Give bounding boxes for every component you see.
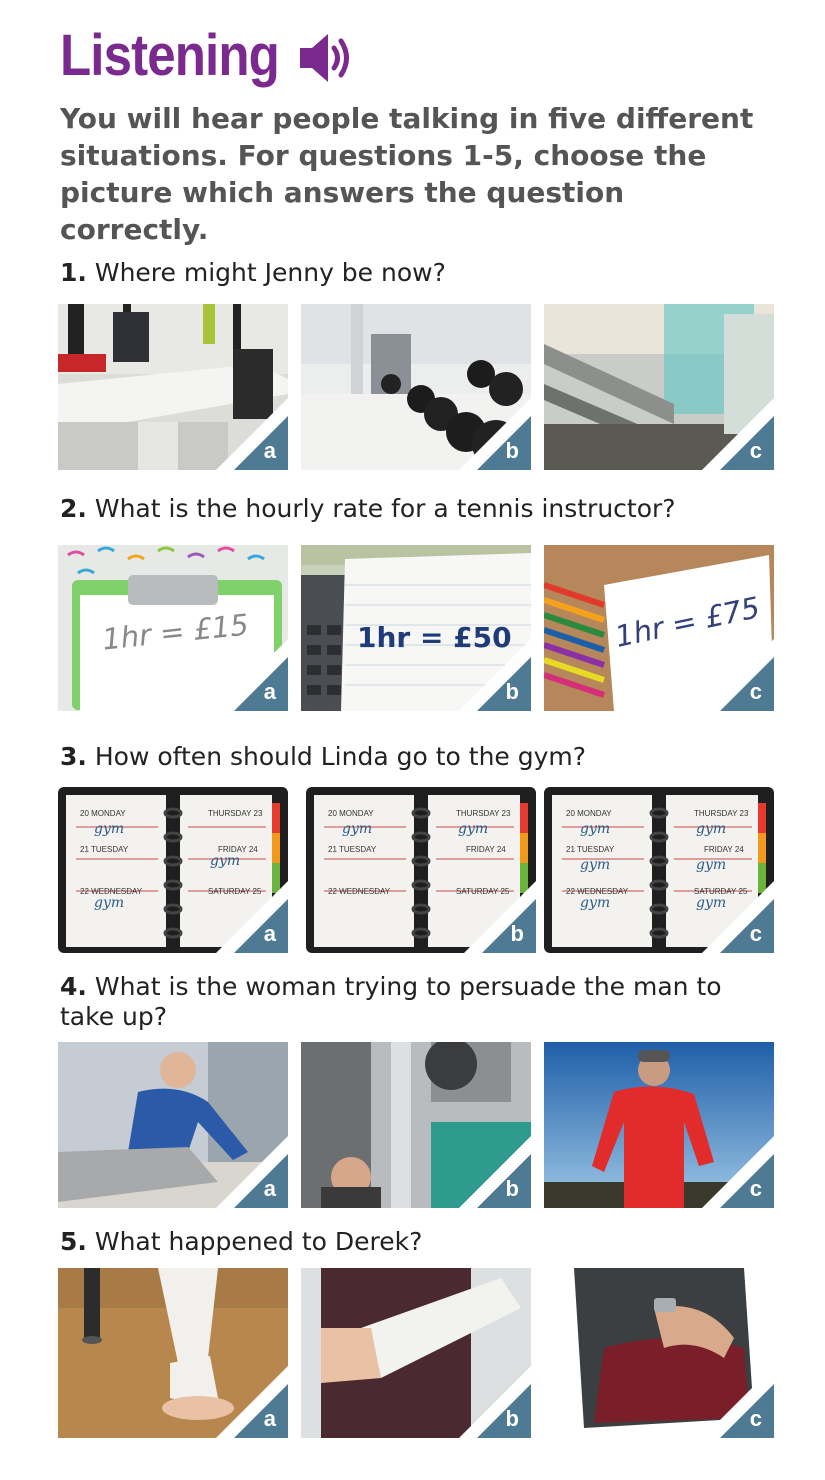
answer-row-3: 20 MONDAY 21 TUESDAY 22 WEDNESDAY THURSD…: [58, 787, 774, 953]
option-2b-notepad-calculator[interactable]: 1hr = £50 b: [301, 545, 531, 711]
question-4: 4. What is the woman trying to persuade …: [60, 972, 780, 1032]
option-letter: c: [749, 679, 762, 704]
option-letter: a: [263, 1406, 276, 1431]
option-4b-weightlifting[interactable]: b: [301, 1042, 531, 1208]
question-number: 3.: [60, 742, 87, 771]
option-letter: a: [263, 679, 276, 704]
option-5a-bandaged-ankle[interactable]: a: [58, 1268, 288, 1438]
answer-row-4: a b c: [58, 1042, 774, 1208]
question-text: What happened to Derek?: [94, 1227, 423, 1256]
diary-day: THURSDAY 23: [208, 809, 263, 818]
diary-day: 21 TUESDAY: [566, 845, 615, 854]
gym-entry: gym: [580, 857, 611, 873]
question-5: 5. What happened to Derek?: [60, 1227, 780, 1257]
diary-day: 21 TUESDAY: [328, 845, 377, 854]
option-3b-diary[interactable]: 20 MONDAY 21 TUESDAY 22 WEDNESDAY THURSD…: [306, 787, 536, 953]
option-1c-shopping-mall[interactable]: c: [544, 304, 774, 470]
diary-day: THURSDAY 23: [456, 809, 511, 818]
option-1b-gym-dumbbells[interactable]: b: [301, 304, 531, 470]
gym-entry: gym: [696, 821, 727, 837]
question-text: How often should Linda go to the gym?: [94, 742, 587, 771]
question-number: 4.: [60, 972, 87, 1001]
diary-day: 20 MONDAY: [80, 809, 126, 818]
option-letter: c: [749, 1406, 762, 1431]
diary-day: 20 MONDAY: [328, 809, 374, 818]
gym-entry: gym: [458, 821, 489, 837]
option-5b-arm-cast[interactable]: b: [301, 1268, 531, 1438]
gym-entry: gym: [580, 821, 611, 837]
question-number: 2.: [60, 494, 87, 523]
speaker-icon[interactable]: [296, 30, 358, 86]
option-2a-clipboard[interactable]: 1hr = £15 a: [58, 545, 288, 711]
question-2: 2. What is the hourly rate for a tennis …: [60, 494, 780, 524]
option-letter: a: [263, 438, 276, 463]
instructions: You will hear people talking in five dif…: [60, 102, 754, 246]
question-number: 1.: [60, 258, 87, 287]
diary-day: 21 TUESDAY: [80, 845, 129, 854]
option-3c-diary[interactable]: 20 MONDAY 21 TUESDAY 22 WEDNESDAY THURSD…: [544, 787, 774, 953]
diary-day: THURSDAY 23: [694, 809, 749, 818]
question-text: Where might Jenny be now?: [94, 258, 446, 287]
option-letter: b: [505, 1406, 519, 1431]
option-letter: b: [505, 1176, 519, 1201]
gym-entry: gym: [210, 853, 241, 869]
question-number: 5.: [60, 1227, 87, 1256]
option-letter: a: [263, 921, 276, 946]
question-text: What is the hourly rate for a tennis ins…: [94, 494, 676, 523]
option-3a-diary[interactable]: 20 MONDAY 21 TUESDAY 22 WEDNESDAY THURSD…: [58, 787, 288, 953]
option-5c-back-pain[interactable]: c: [544, 1268, 774, 1438]
gym-entry: gym: [696, 857, 727, 873]
question-1: 1. Where might Jenny be now?: [60, 258, 780, 288]
page-title: Listening: [60, 23, 280, 88]
option-4c-running[interactable]: c: [544, 1042, 774, 1208]
gym-entry: gym: [580, 895, 611, 911]
question-text: What is the woman trying to persuade the…: [60, 972, 722, 1031]
option-letter: c: [749, 438, 762, 463]
diary-day: 20 MONDAY: [566, 809, 612, 818]
option-letter: b: [505, 438, 519, 463]
diary-day: 22 WEDNESDAY: [328, 887, 391, 896]
question-3: 3. How often should Linda go to the gym?: [60, 742, 780, 772]
option-2c-note-pencils[interactable]: 1hr = £75 c: [544, 545, 774, 711]
option-letter: a: [263, 1176, 276, 1201]
answer-row-1: a b c: [58, 304, 774, 470]
diary-day: FRIDAY 24: [466, 845, 506, 854]
option-letter: c: [749, 921, 762, 946]
option-letter: b: [510, 921, 524, 946]
option-4a-stretching[interactable]: a: [58, 1042, 288, 1208]
option-1a-office-desk[interactable]: a: [58, 304, 288, 470]
gym-entry: gym: [94, 895, 125, 911]
diary-day: FRIDAY 24: [704, 845, 744, 854]
answer-row-5: a b c: [58, 1268, 774, 1438]
answer-row-2: 1hr = £15 a 1hr = £50 b 1hr = £75 c: [58, 545, 774, 711]
gym-entry: gym: [94, 821, 125, 837]
option-letter: b: [505, 679, 519, 704]
gym-entry: gym: [342, 821, 373, 837]
option-letter: c: [749, 1176, 762, 1201]
